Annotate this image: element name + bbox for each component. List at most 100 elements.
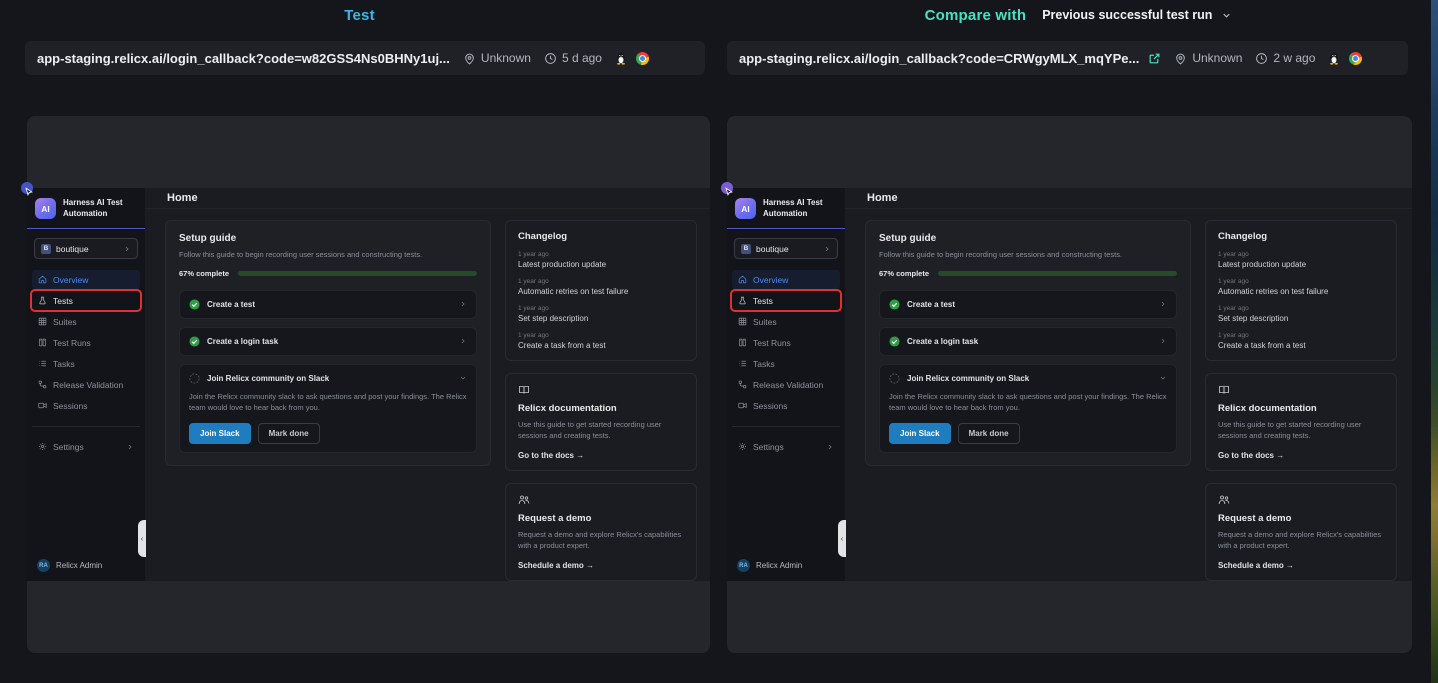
changelog-entry: 1 year ago Set step description — [1218, 305, 1384, 323]
location-meta: Unknown — [463, 51, 531, 65]
setup-item-join-slack: Join Relicx community on Slack Join the … — [179, 364, 477, 453]
url-text: app-staging.relicx.ai/login_callback?cod… — [37, 51, 450, 66]
join-slack-button: Join Slack — [189, 423, 251, 444]
brand-divider — [727, 228, 845, 229]
location-meta: Unknown — [1174, 51, 1242, 65]
sidebar-item-tests: Tests — [32, 291, 140, 310]
request-demo-card: Request a demo Request a demo and explor… — [505, 483, 697, 581]
setup-guide-card: Setup guide Follow this guide to begin r… — [865, 220, 1191, 466]
book-icon — [1218, 384, 1384, 396]
documentation-title: Relicx documentation — [1218, 403, 1384, 414]
harness-logo-icon: AI — [735, 198, 756, 219]
sidebar-item-overview: Overview — [732, 270, 840, 289]
request-demo-card: Request a demo Request a demo and explor… — [1205, 483, 1397, 581]
sidebar-item-tests: Tests — [732, 291, 840, 310]
progress-row: 67% complete — [179, 269, 477, 278]
url-bar[interactable]: app-staging.relicx.ai/login_callback?cod… — [727, 41, 1408, 75]
sidebar-item-overview: Overview — [32, 270, 140, 289]
setup-item-create-test: Create a test — [879, 290, 1177, 319]
compare-run-dropdown[interactable]: Previous successful test run — [1042, 8, 1232, 22]
chevron-down-icon — [1159, 374, 1167, 382]
brand: AI Harness AI Test Automation — [27, 188, 145, 228]
chevron-right-icon — [826, 443, 834, 451]
progress-bar — [238, 271, 477, 276]
right-column: Changelog 1 year ago Latest production u… — [1205, 220, 1397, 582]
chevron-right-icon — [1159, 300, 1167, 308]
sidebar-item-suites: Suites — [32, 312, 140, 331]
changelog-entry: 1 year ago Create a task from a test — [1218, 332, 1384, 350]
compare-run-dropdown-label: Previous successful test run — [1042, 8, 1212, 22]
main-content: Setup guide Follow this guide to begin r… — [845, 209, 1412, 582]
linux-tux-icon — [1328, 51, 1340, 65]
comparison-view: Test app-staging.relicx.ai/login_callbac… — [0, 0, 1438, 683]
setup-guide-title: Setup guide — [179, 233, 477, 244]
main-content: Setup guide Follow this guide to begin r… — [145, 209, 710, 582]
flask-icon — [738, 296, 747, 305]
brand-divider — [27, 228, 145, 229]
cursor-marker — [721, 182, 733, 194]
users-icon — [1218, 494, 1384, 506]
chrome-icon — [1349, 52, 1362, 65]
changelog-entry: 1 year ago Set step description — [518, 305, 684, 323]
url-bar[interactable]: app-staging.relicx.ai/login_callback?cod… — [25, 41, 705, 75]
request-demo-description: Request a demo and explore Relicx's capa… — [1218, 529, 1384, 552]
chrome-icon — [636, 52, 649, 65]
app-screenshot: AI Harness AI Test Automation B boutique — [27, 188, 710, 581]
progress-row: 67% complete — [879, 269, 1177, 278]
documentation-title: Relicx documentation — [518, 403, 684, 414]
video-icon — [738, 401, 747, 410]
project-selector: B boutique — [34, 238, 138, 259]
project-badge: B — [741, 244, 751, 254]
external-link-icon[interactable] — [1148, 52, 1161, 65]
pane-header: Compare with Previous successful test ru… — [719, 0, 1438, 27]
check-circle-icon — [189, 336, 200, 347]
chevron-right-icon — [459, 300, 467, 308]
sidebar-collapse-handle — [138, 520, 146, 557]
documentation-description: Use this guide to get started recording … — [518, 419, 684, 442]
location-label: Unknown — [481, 51, 531, 65]
chevron-down-icon — [459, 374, 467, 382]
project-selector: B boutique — [734, 238, 838, 259]
request-demo-description: Request a demo and explore Relicx's capa… — [518, 529, 684, 552]
progress-label: 67% complete — [879, 269, 929, 278]
changelog-card: Changelog 1 year ago Latest production u… — [505, 220, 697, 361]
clock-icon — [544, 52, 557, 65]
grid-icon — [738, 317, 747, 326]
changelog-title: Changelog — [1218, 231, 1384, 242]
sidebar-item-test-runs: Test Runs — [32, 333, 140, 352]
setup-guide-items: Create a test Create a login task — [879, 290, 1177, 453]
age-meta: 2 w ago — [1255, 51, 1315, 65]
age-meta: 5 d ago — [544, 51, 602, 65]
setup-item-create-test: Create a test — [179, 290, 477, 319]
setup-item-join-slack: Join Relicx community on Slack Join the … — [879, 364, 1177, 453]
chevron-right-icon — [123, 245, 131, 253]
list-icon — [738, 359, 747, 368]
chevron-left-icon — [139, 536, 145, 542]
columns-icon — [738, 338, 747, 347]
workflow-icon — [738, 380, 747, 389]
changelog-title: Changelog — [518, 231, 684, 242]
url-text: app-staging.relicx.ai/login_callback?cod… — [739, 51, 1139, 66]
cursor-marker — [21, 182, 33, 194]
video-icon — [38, 401, 47, 410]
brand-name: Harness AI Test Automation — [63, 198, 123, 219]
brand-name: Harness AI Test Automation — [763, 198, 823, 219]
cursor-arrow-icon — [724, 187, 734, 197]
home-icon — [38, 275, 47, 284]
chevron-down-icon — [1221, 10, 1232, 21]
users-icon — [518, 494, 684, 506]
browser-icons — [1328, 51, 1362, 65]
sidebar-item-sessions: Sessions — [732, 396, 840, 415]
sidebar-nav: Overview Tests Suites Test Runs — [727, 270, 845, 415]
sidebar: AI Harness AI Test Automation B boutique — [727, 188, 845, 581]
pane-header: Test — [0, 0, 719, 27]
sidebar-item-release-validation: Release Validation — [32, 375, 140, 394]
setup-guide-description: Follow this guide to begin recording use… — [879, 250, 1177, 259]
project-badge: B — [41, 244, 51, 254]
chevron-right-icon — [459, 337, 467, 345]
incomplete-circle-icon — [189, 373, 200, 384]
incomplete-circle-icon — [889, 373, 900, 384]
location-pin-icon — [1174, 52, 1187, 65]
panes-container: Test app-staging.relicx.ai/login_callbac… — [0, 0, 1438, 653]
screenshot-frame: AI Harness AI Test Automation B boutique — [727, 116, 1412, 653]
